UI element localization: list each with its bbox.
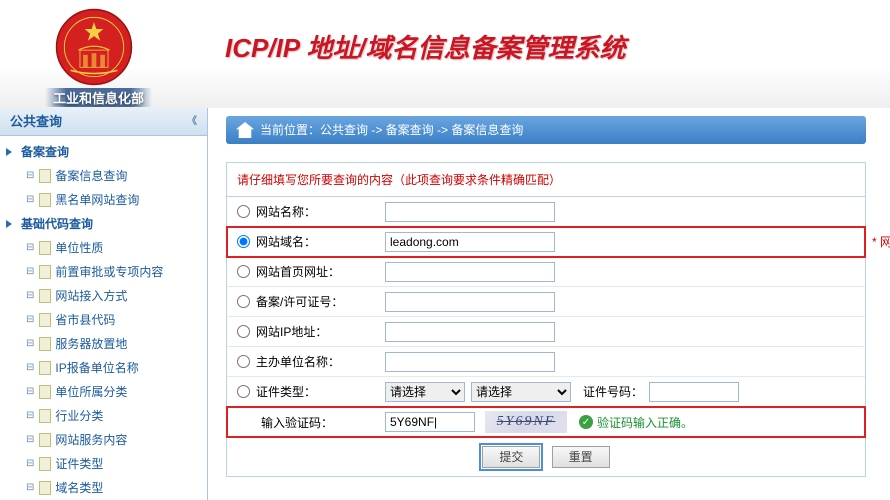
app-header: 工业和信息化部 ICP/IP 地址/域名信息备案管理系统: [0, 0, 890, 108]
bullet-icon: ⊟: [26, 310, 34, 330]
paper-icon: [38, 433, 52, 447]
input-license-no[interactable]: [385, 292, 555, 312]
input-org-name[interactable]: [385, 352, 555, 372]
paper-icon: [38, 241, 52, 255]
radio-org-name[interactable]: 主办单位名称：: [227, 353, 377, 370]
breadcrumb: 当前位置：公共查询 -> 备案查询 -> 备案信息查询: [226, 116, 866, 144]
paper-icon: [38, 313, 52, 327]
radio-ip-addr[interactable]: 网站IP地址：: [227, 323, 377, 340]
system-title: ICP/IP 地址/域名信息备案管理系统: [225, 28, 626, 65]
row-site-domain: 网站域名： * 网站域名必须输入: [227, 227, 865, 257]
main-content: 当前位置：公共查询 -> 备案查询 -> 备案信息查询 请仔细填写您所要查询的内…: [208, 108, 890, 500]
sidebar: 公共查询 《 备案查询⊟备案信息查询⊟黑名单网站查询基础代码查询⊟单位性质⊟前置…: [0, 108, 208, 500]
radio-site-domain[interactable]: 网站域名：: [227, 233, 377, 250]
collapse-icon[interactable]: 《: [187, 108, 197, 136]
paper-icon: [38, 289, 52, 303]
button-row: 提交 重置: [227, 437, 865, 476]
radio-homepage-input[interactable]: [237, 265, 250, 278]
query-form: 请仔细填写您所要查询的内容（此项查询要求条件精确匹配） 网站名称： 网站域名： …: [226, 162, 866, 477]
home-icon[interactable]: [236, 122, 254, 138]
radio-site-name-input[interactable]: [237, 205, 250, 218]
radio-license-no-input[interactable]: [237, 295, 250, 308]
paper-icon: [38, 481, 52, 495]
radio-cert-type-input[interactable]: [237, 385, 250, 398]
tree-item[interactable]: ⊟行业分类: [0, 404, 207, 428]
row-ip-addr: 网站IP地址：: [227, 317, 865, 347]
paper-icon: [38, 385, 52, 399]
cert-no-label: 证件号码：: [583, 383, 643, 400]
input-site-name[interactable]: [385, 202, 555, 222]
tree-item[interactable]: ⊟服务器放置地: [0, 332, 207, 356]
tree-group[interactable]: 备案查询: [0, 140, 207, 164]
tree-item[interactable]: ⊟网站接入方式: [0, 284, 207, 308]
check-icon: ✓: [579, 415, 593, 429]
bullet-icon: ⊟: [26, 454, 34, 474]
tree-item[interactable]: ⊟域名类型: [0, 476, 207, 496]
radio-homepage[interactable]: 网站首页网址：: [227, 263, 377, 280]
bullet-icon: ⊟: [26, 382, 34, 402]
sidebar-tree: 备案查询⊟备案信息查询⊟黑名单网站查询基础代码查询⊟单位性质⊟前置审批或专项内容…: [0, 136, 207, 496]
tree-item[interactable]: ⊟单位性质: [0, 236, 207, 260]
row-license-no: 备案/许可证号：: [227, 287, 865, 317]
paper-icon: [38, 193, 52, 207]
select-cert-type-2[interactable]: 请选择: [471, 382, 571, 402]
paper-icon: [38, 265, 52, 279]
arrow-icon: [4, 146, 18, 158]
row-captcha: 输入验证码： 5Y69NF ✓ 验证码输入正确。: [227, 407, 865, 437]
radio-site-name[interactable]: 网站名称：: [227, 203, 377, 220]
tree-item[interactable]: ⊟省市县代码: [0, 308, 207, 332]
bullet-icon: ⊟: [26, 166, 34, 186]
input-cert-no[interactable]: [649, 382, 739, 402]
row-org-name: 主办单位名称：: [227, 347, 865, 377]
breadcrumb-text: 当前位置：公共查询 -> 备案查询 -> 备案信息查询: [260, 116, 523, 144]
reset-button[interactable]: 重置: [552, 446, 610, 468]
row-cert-type: 证件类型： 请选择 请选择 证件号码：: [227, 377, 865, 407]
radio-cert-type[interactable]: 证件类型：: [227, 383, 377, 400]
captcha-label: 输入验证码：: [227, 414, 377, 431]
select-cert-type-1[interactable]: 请选择: [385, 382, 465, 402]
bullet-icon: ⊟: [26, 190, 34, 210]
tree-item[interactable]: ⊟黑名单网站查询: [0, 188, 207, 212]
national-emblem-icon: [55, 8, 133, 86]
org-name: 工业和信息化部: [45, 88, 152, 107]
bullet-icon: ⊟: [26, 286, 34, 306]
paper-icon: [38, 409, 52, 423]
bullet-icon: ⊟: [26, 358, 34, 378]
tree-item[interactable]: ⊟备案信息查询: [0, 164, 207, 188]
tree-item[interactable]: ⊟IP报备单位名称: [0, 356, 207, 380]
tree-item[interactable]: ⊟证件类型: [0, 452, 207, 476]
captcha-image[interactable]: 5Y69NF: [485, 411, 567, 433]
sidebar-panel-title: 公共查询: [10, 108, 62, 136]
row-homepage: 网站首页网址：: [227, 257, 865, 287]
radio-site-domain-input[interactable]: [237, 235, 250, 248]
required-note: * 网站域名必须输入: [872, 233, 890, 250]
bullet-icon: ⊟: [26, 238, 34, 258]
tree-item[interactable]: ⊟前置审批或专项内容: [0, 260, 207, 284]
input-captcha[interactable]: [385, 412, 475, 432]
form-hint: 请仔细填写您所要查询的内容（此项查询要求条件精确匹配）: [227, 163, 865, 197]
input-site-domain[interactable]: [385, 232, 555, 252]
paper-icon: [38, 361, 52, 375]
paper-icon: [38, 169, 52, 183]
tree-item[interactable]: ⊟网站服务内容: [0, 428, 207, 452]
sidebar-panel-header[interactable]: 公共查询 《: [0, 108, 207, 136]
row-site-name: 网站名称：: [227, 197, 865, 227]
tree-item[interactable]: ⊟单位所属分类: [0, 380, 207, 404]
bullet-icon: ⊟: [26, 406, 34, 426]
paper-icon: [38, 337, 52, 351]
captcha-valid-msg: ✓ 验证码输入正确。: [579, 414, 693, 431]
radio-ip-addr-input[interactable]: [237, 325, 250, 338]
submit-button[interactable]: 提交: [482, 446, 540, 468]
bullet-icon: ⊟: [26, 430, 34, 450]
input-homepage[interactable]: [385, 262, 555, 282]
input-ip-addr[interactable]: [385, 322, 555, 342]
paper-icon: [38, 457, 52, 471]
tree-group[interactable]: 基础代码查询: [0, 212, 207, 236]
radio-license-no[interactable]: 备案/许可证号：: [227, 293, 377, 310]
arrow-icon: [4, 218, 18, 230]
bullet-icon: ⊟: [26, 334, 34, 354]
bullet-icon: ⊟: [26, 262, 34, 282]
radio-org-name-input[interactable]: [237, 355, 250, 368]
bullet-icon: ⊟: [26, 478, 34, 496]
